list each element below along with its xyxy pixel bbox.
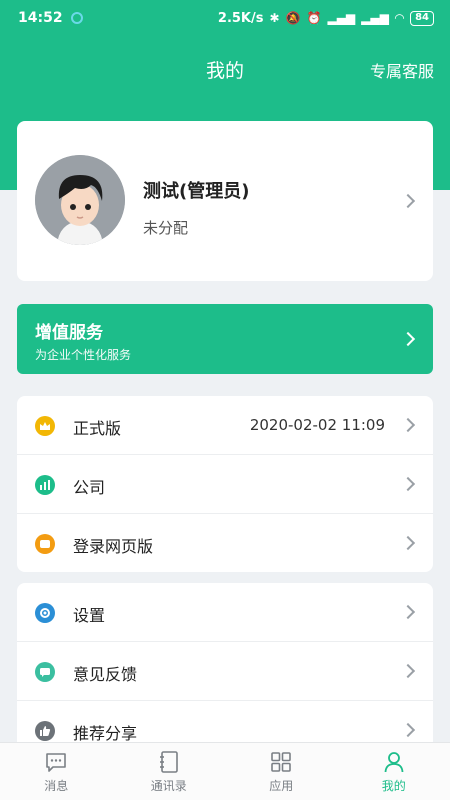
company-chart-icon [35,475,55,495]
tab-label: 通讯录 [150,779,187,793]
tab-messages[interactable]: 消息 [0,743,113,800]
chevron-right-icon [400,331,416,347]
user-department: 未分配 [143,219,189,237]
edition-expiry: 2020-02-02 11:09 [249,416,385,434]
avatar [35,155,125,245]
bluetooth-icon: ✱ [269,11,280,25]
menu-item-label: 推荐分享 [73,724,138,743]
chevron-right-icon [400,476,416,492]
network-speed: 2.5K/s [217,10,264,26]
user-name: 测试(管理员) [143,181,250,202]
chevron-right-icon [400,722,416,738]
wifi-icon: ◠ [394,11,405,25]
tab-apps[interactable]: 应用 [225,743,338,800]
menu-item-label: 登录网页版 [73,537,154,556]
apps-grid-icon [271,752,292,772]
crown-icon [35,416,55,436]
bottom-tab-bar: 消息 通讯录 应用 我的 [0,742,450,800]
value-added-service-banner[interactable]: 增值服务 为企业个性化服务 [17,304,433,374]
chevron-right-icon [400,417,416,433]
vas-title: 增值服务 [35,323,103,343]
chevron-right-icon [400,193,416,209]
tab-label: 我的 [381,779,406,793]
profile-card[interactable]: 测试(管理员) 未分配 [17,121,433,281]
feedback-icon [35,662,55,682]
menu-item-label: 公司 [73,478,106,497]
tab-contacts[interactable]: 通讯录 [113,743,226,800]
chevron-right-icon [400,663,416,679]
contacts-book-icon [159,751,178,773]
menu-item-label: 正式版 [73,419,122,438]
customer-service-button[interactable]: 专属客服 [370,58,434,82]
signal-icon: ▂▄▆ [327,11,356,25]
menu-item-label: 意见反馈 [73,665,138,684]
thumbs-up-icon [35,721,55,741]
menu-item-feedback[interactable]: 意见反馈 [17,642,433,701]
gear-icon [35,603,55,623]
vas-subtitle: 为企业个性化服务 [35,348,132,362]
menu-item-settings[interactable]: 设置 [17,583,433,642]
sync-icon [70,12,83,24]
web-login-icon [35,534,55,554]
message-icon [46,753,67,772]
status-time: 14:52 [18,10,63,26]
status-bar: 14:52 2.5K/s ✱ 🔕 ⏰ ▂▄▆ ▂▄▆ ◠ 84 [0,0,450,36]
person-icon [384,752,404,773]
menu-item-label: 设置 [73,606,106,625]
menu-item-edition[interactable]: 正式版 2020-02-02 11:09 [17,396,433,455]
chevron-right-icon [400,535,416,551]
battery-indicator: 84 [410,10,434,26]
menu-item-web-login[interactable]: 登录网页版 [17,514,433,572]
settings-menu-group: 设置 意见反馈 推荐分享 [17,583,433,763]
menu-item-company[interactable]: 公司 [17,455,433,514]
chevron-right-icon [400,604,416,620]
mute-icon: 🔕 [285,11,301,25]
tab-label: 消息 [44,779,69,793]
account-menu-group: 正式版 2020-02-02 11:09 公司 登录网页版 [17,396,433,572]
tab-me[interactable]: 我的 [338,743,450,800]
alarm-icon: ⏰ [306,11,322,25]
signal-hd-icon: ▂▄▆ [361,11,389,25]
tab-label: 应用 [269,779,294,793]
